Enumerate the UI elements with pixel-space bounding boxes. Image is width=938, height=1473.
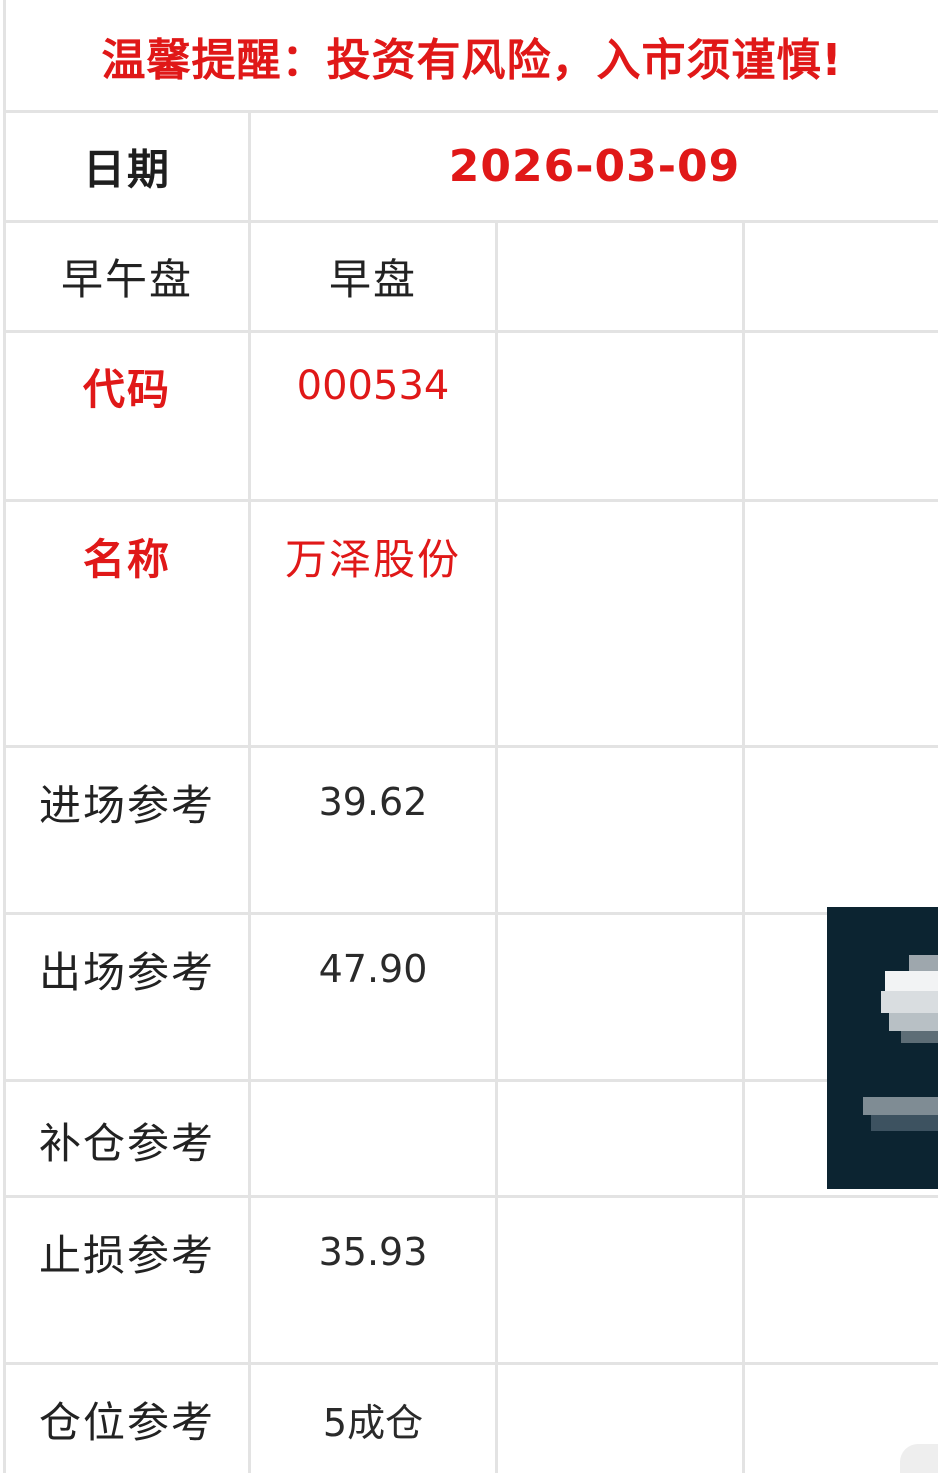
exit-label: 出场参考 — [38, 947, 215, 997]
date-value: 2026-03-09 — [448, 141, 741, 192]
date-label: 日期 — [82, 145, 171, 194]
position-label: 仓位参考 — [38, 1397, 215, 1447]
row-divider — [6, 330, 938, 333]
session-label: 早午盘 — [60, 255, 193, 304]
stop-loss-price: 35.93 — [318, 1230, 428, 1274]
stock-code: 000534 — [296, 363, 450, 409]
blurred-avatar-overlay[interactable] — [827, 907, 938, 1189]
add-position-value — [251, 1110, 495, 1170]
row-divider — [6, 912, 938, 915]
entry-label: 进场参考 — [38, 780, 215, 830]
code-label: 代码 — [82, 364, 171, 414]
stock-reference-table: 温馨提醒：投资有风险，入市须谨慎! 日期 2026-03-09 早午盘 早盘 代… — [0, 0, 938, 1473]
stop-loss-label: 止损参考 — [38, 1230, 215, 1280]
column-divider — [742, 220, 745, 1473]
row-divider — [6, 1195, 938, 1198]
row-divider — [6, 499, 938, 502]
corner-shadow — [900, 1444, 938, 1473]
stock-name: 万泽股份 — [284, 534, 461, 584]
position-size: 5成仓 — [322, 1400, 424, 1445]
row-divider — [6, 745, 938, 748]
column-divider — [495, 220, 498, 1473]
entry-price: 39.62 — [318, 780, 428, 824]
row-divider — [6, 1362, 938, 1365]
risk-warning-banner: 温馨提醒：投资有风险，入市须谨慎! — [101, 35, 843, 86]
exit-price: 47.90 — [318, 947, 428, 991]
row-divider — [6, 1079, 938, 1082]
name-label: 名称 — [82, 534, 171, 584]
add-position-label: 补仓参考 — [38, 1118, 215, 1168]
session-value: 早盘 — [328, 255, 417, 304]
